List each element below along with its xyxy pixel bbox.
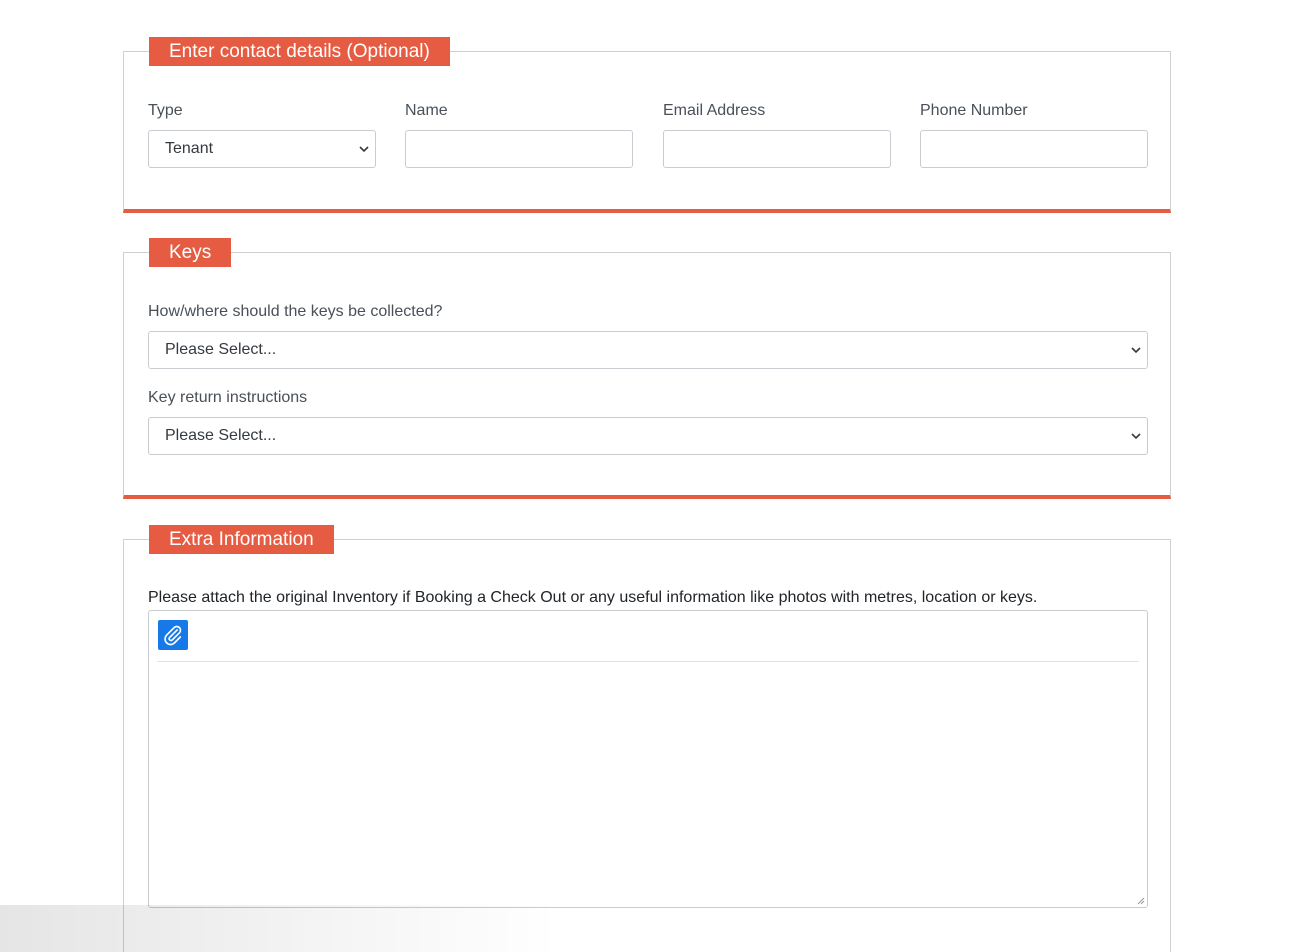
keys-section: Keys How/where should the keys be collec… xyxy=(123,238,1171,499)
email-input[interactable] xyxy=(663,130,891,168)
name-input[interactable] xyxy=(405,130,633,168)
key-return-label: Key return instructions xyxy=(148,389,308,406)
attach-file-button[interactable] xyxy=(158,620,188,650)
key-return-select[interactable]: Please Select... xyxy=(148,417,1148,455)
type-label: Type xyxy=(148,102,183,119)
chevron-down-icon xyxy=(1131,347,1141,354)
name-label: Name xyxy=(405,102,448,119)
keys-collect-select-value: Please Select... xyxy=(165,341,277,358)
type-select-value: Tenant xyxy=(165,140,214,157)
key-return-select-value: Please Select... xyxy=(165,427,277,444)
contact-details-title: Enter contact details (Optional) xyxy=(149,37,450,66)
keys-collect-select[interactable]: Please Select... xyxy=(148,331,1148,369)
type-select[interactable]: Tenant xyxy=(148,130,376,168)
contact-details-section: Enter contact details (Optional) Type Te… xyxy=(123,37,1171,213)
phone-label: Phone Number xyxy=(920,102,1028,119)
keys-collect-label: How/where should the keys be collected? xyxy=(148,303,443,320)
paperclip-icon xyxy=(164,625,182,646)
extra-information-title: Extra Information xyxy=(149,525,334,554)
chevron-down-icon xyxy=(359,146,369,153)
resize-handle-icon[interactable] xyxy=(1136,896,1145,905)
phone-input[interactable] xyxy=(920,130,1148,168)
email-label: Email Address xyxy=(663,102,766,119)
keys-title: Keys xyxy=(149,238,232,267)
editor-content-area[interactable] xyxy=(161,671,1135,895)
booking-form-page: Enter contact details (Optional) Type Te… xyxy=(0,0,1292,952)
extra-information-hint: Please attach the original Inventory if … xyxy=(148,589,1038,606)
extra-information-editor[interactable] xyxy=(148,610,1148,908)
extra-information-section: Extra Information Please attach the orig… xyxy=(123,525,1171,952)
chevron-down-icon xyxy=(1131,433,1141,440)
editor-toolbar xyxy=(157,611,1139,662)
